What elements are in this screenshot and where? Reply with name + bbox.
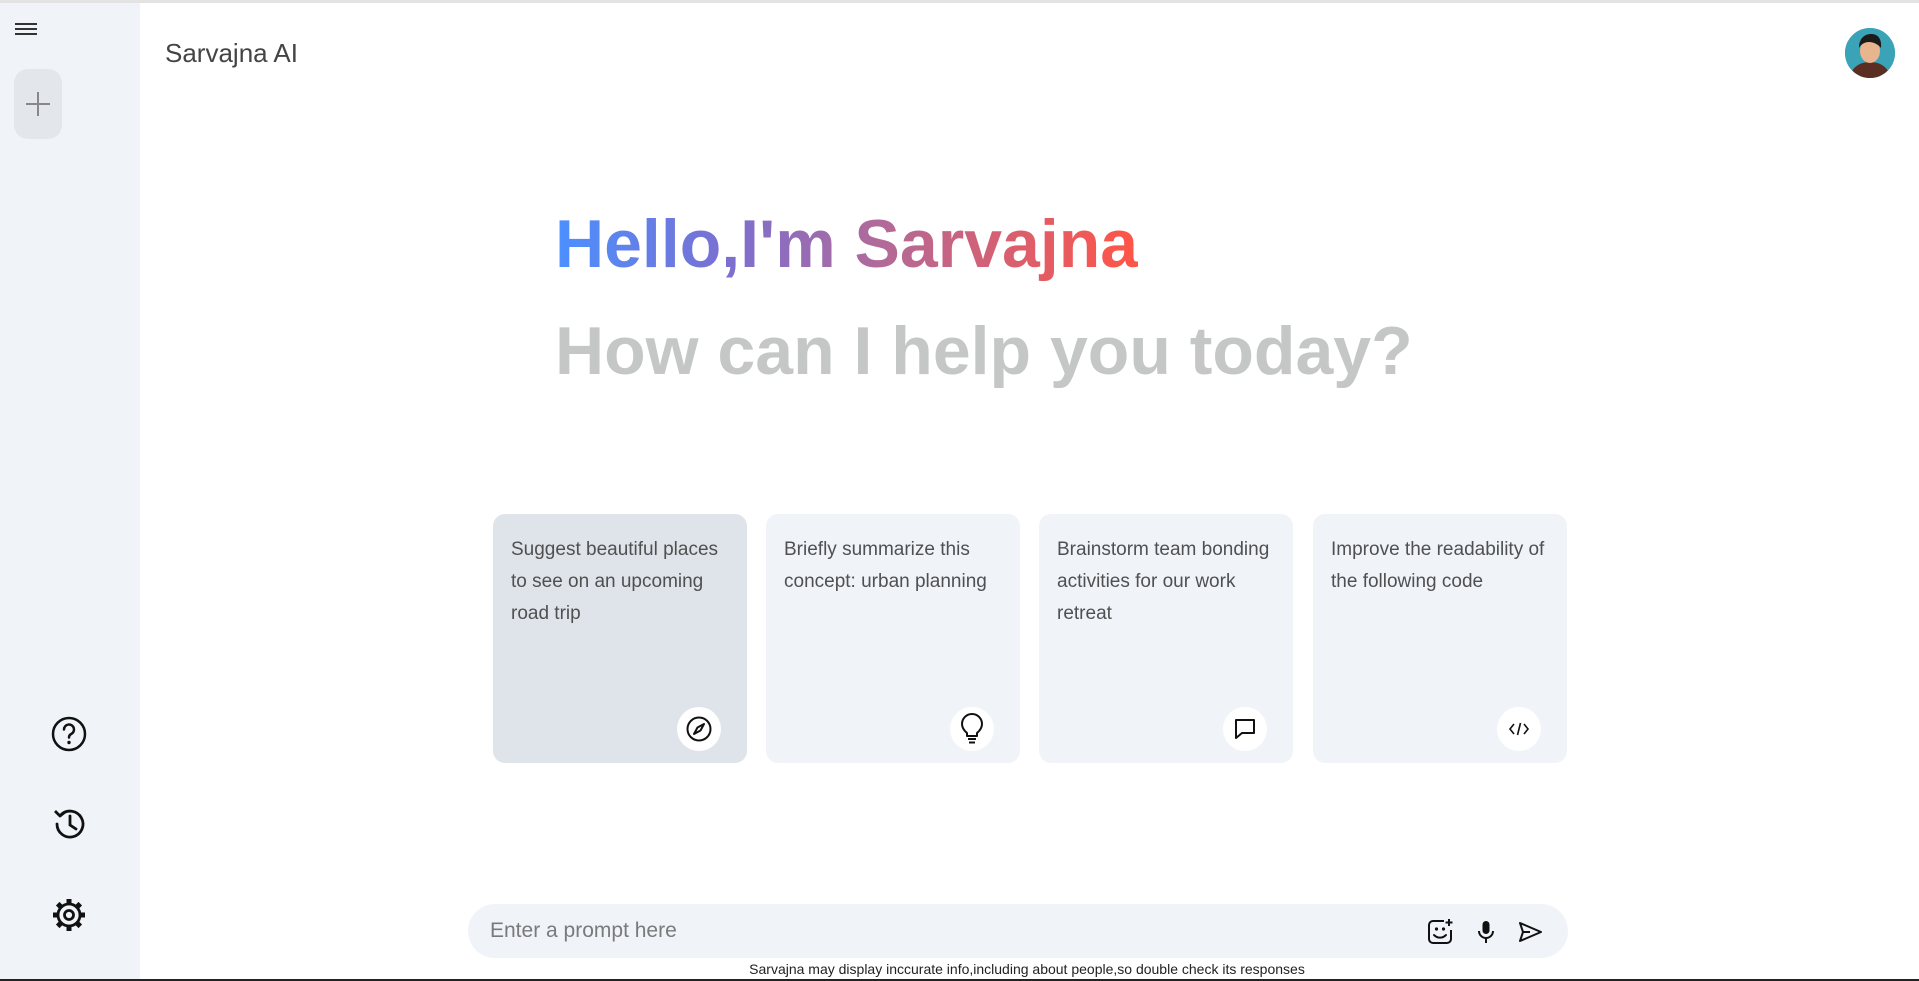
card-text: Suggest beautiful places to see on an up… (511, 539, 719, 624)
history-icon[interactable] (49, 804, 89, 844)
suggestion-cards: Suggest beautiful places to see on an up… (493, 514, 1569, 763)
new-chat-button[interactable] (14, 69, 62, 139)
suggestion-card-summarize[interactable]: Briefly summarize this concept: urban pl… (766, 514, 1020, 763)
menu-icon[interactable] (13, 20, 39, 42)
compass-icon (677, 707, 721, 751)
message-icon (1223, 707, 1267, 751)
suggestion-card-code[interactable]: Improve the readability of the following… (1313, 514, 1567, 763)
card-text: Brainstorm team bonding activities for o… (1057, 539, 1270, 624)
prompt-bar (468, 904, 1568, 958)
greeting-title: Hello,I'm Sarvajna (555, 206, 1139, 282)
greeting-subtitle: How can I help you today? (555, 313, 1413, 389)
send-icon[interactable] (1516, 918, 1544, 946)
user-avatar[interactable] (1845, 28, 1895, 78)
bulb-icon (950, 707, 994, 751)
top-border (0, 0, 1919, 3)
suggestion-card-road-trip[interactable]: Suggest beautiful places to see on an up… (493, 514, 747, 763)
app-title: Sarvajna AI (165, 38, 298, 68)
sidebar (0, 3, 140, 981)
plus-icon (26, 92, 50, 116)
image-upload-icon[interactable] (1426, 918, 1454, 946)
card-text: Improve the readability of the following… (1331, 539, 1545, 592)
code-icon (1497, 707, 1541, 751)
help-icon[interactable] (49, 714, 89, 754)
disclaimer-text: Sarvajna may display inccurate info,incl… (749, 961, 1305, 977)
mic-icon[interactable] (1472, 918, 1500, 946)
prompt-input[interactable] (490, 904, 1390, 958)
suggestion-card-brainstorm[interactable]: Brainstorm team bonding activities for o… (1039, 514, 1293, 763)
settings-icon[interactable] (49, 895, 89, 935)
card-text: Briefly summarize this concept: urban pl… (784, 539, 987, 592)
